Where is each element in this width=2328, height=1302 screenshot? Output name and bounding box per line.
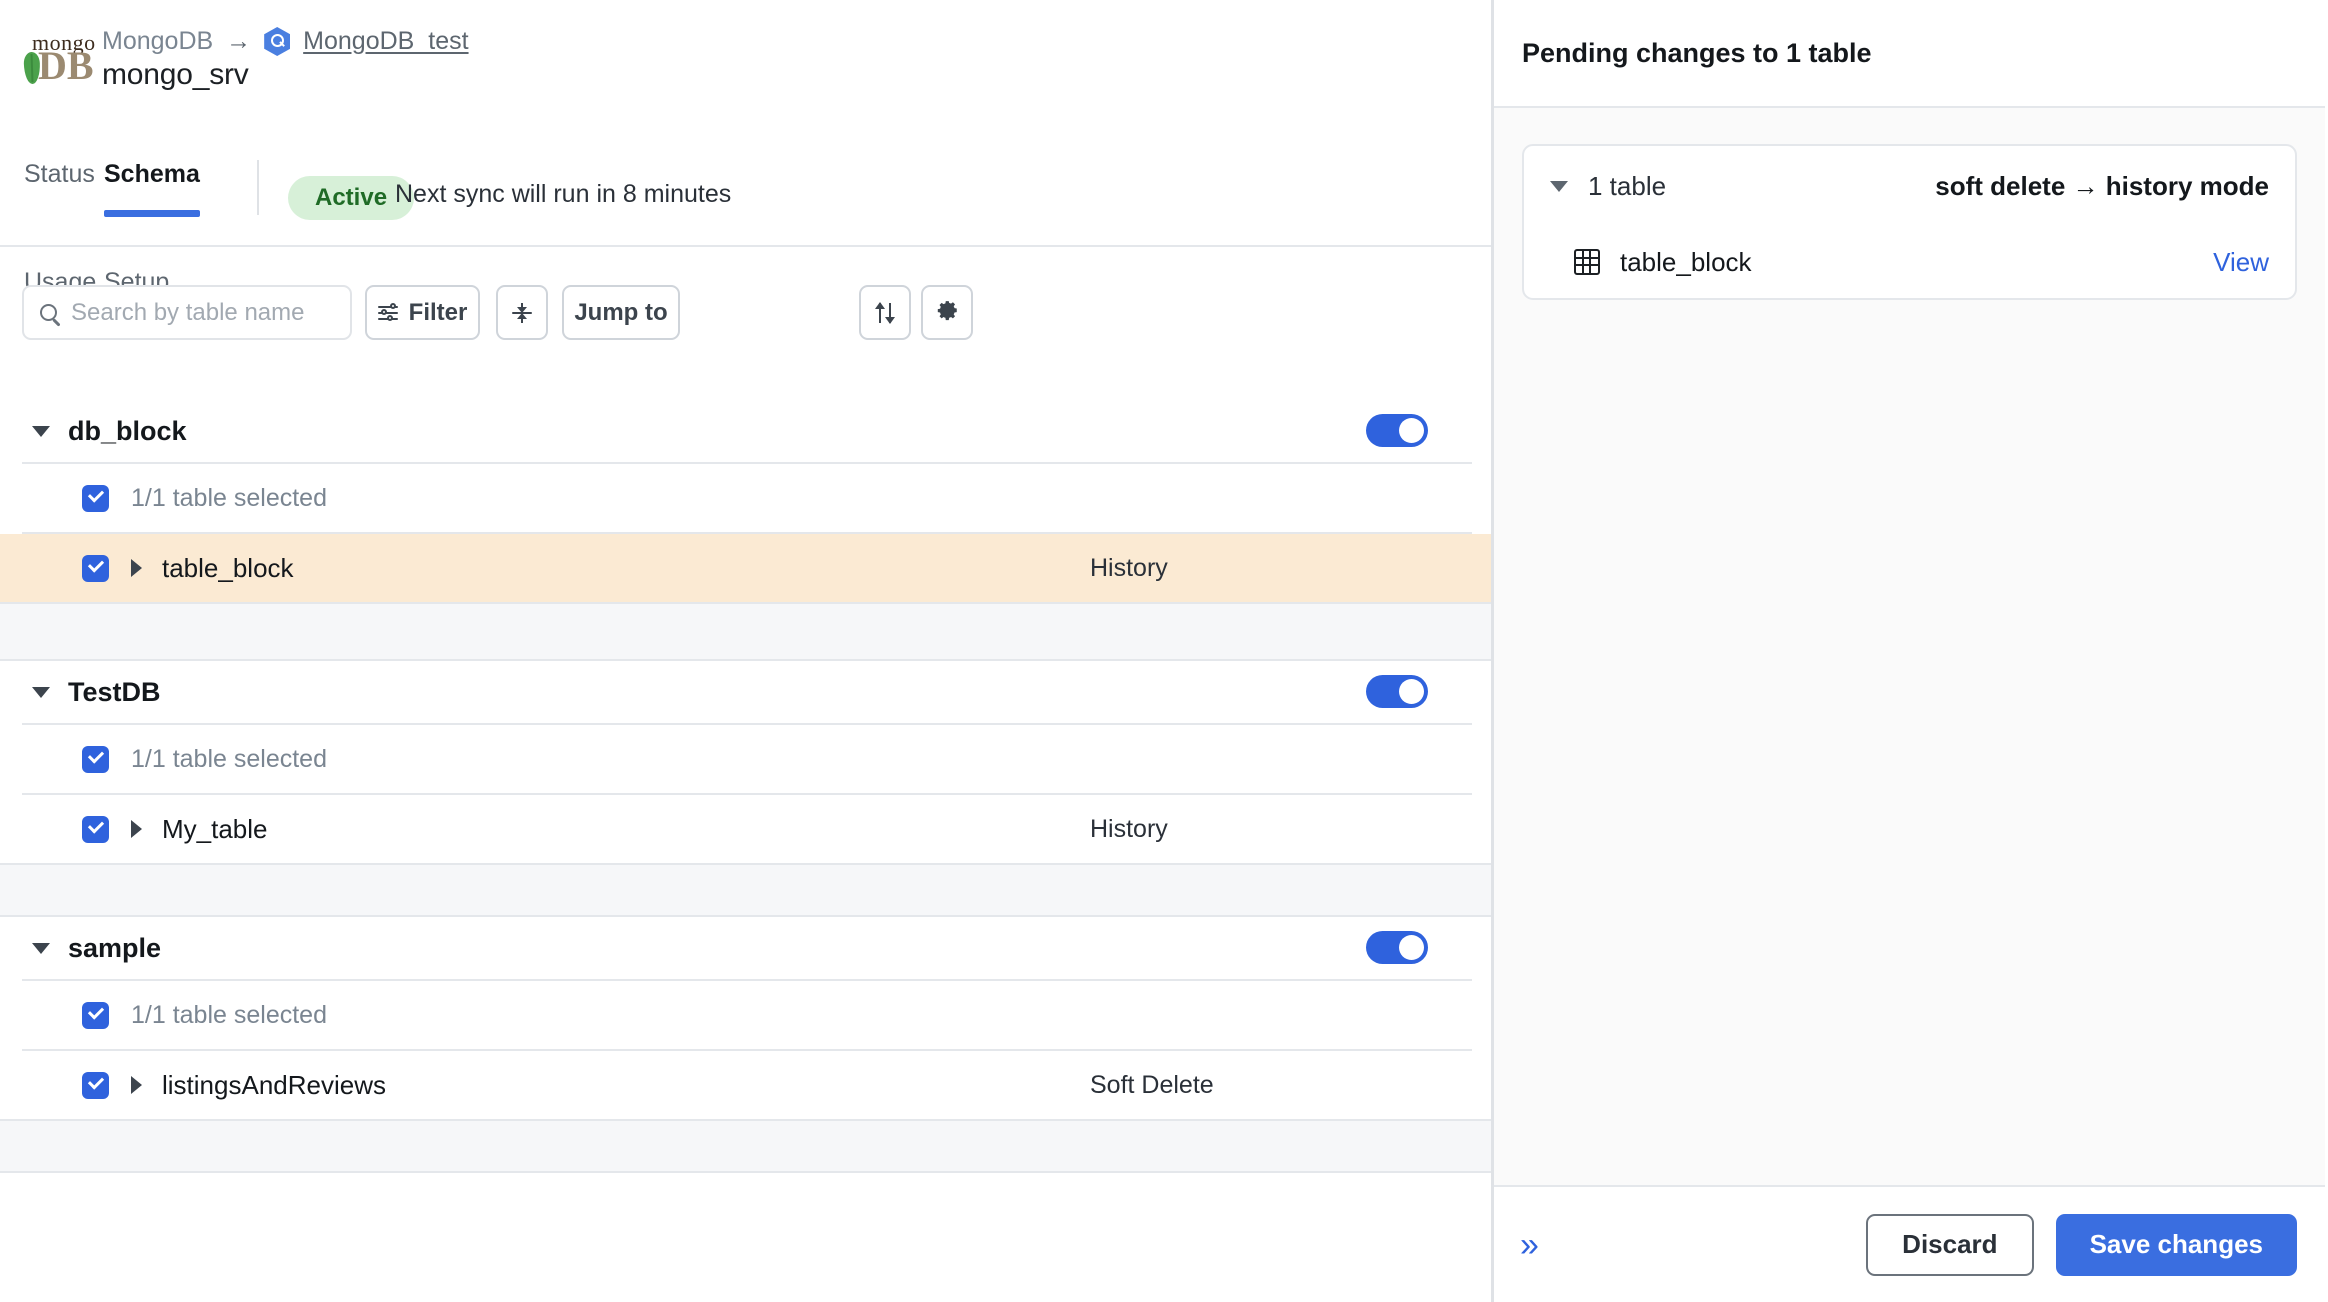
collapse-all-icon — [512, 302, 532, 324]
search-icon — [40, 304, 57, 321]
group-selection-label: 1/1 table selected — [131, 483, 327, 512]
pending-changes-title: Pending changes to 1 table — [1522, 37, 1872, 68]
chevron-right-icon[interactable] — [131, 1076, 142, 1094]
bigquery-hexagon-icon — [264, 27, 291, 56]
jump-to-label: Jump to — [574, 298, 668, 326]
table-name: listingsAndReviews — [162, 1069, 386, 1100]
settings-button[interactable] — [921, 285, 973, 340]
breadcrumb: MongoDB → MongoDB_test — [102, 27, 469, 56]
app-root: mongo DB MongoDB → MongoDB_test mongo_sr… — [0, 0, 2328, 1302]
table-row[interactable]: My_table History — [0, 795, 1491, 863]
group-selection-row: 1/1 table selected — [0, 725, 1491, 793]
pending-changes-header: Pending changes to 1 table — [1494, 0, 2325, 108]
jump-to-button[interactable]: Jump to — [562, 285, 680, 340]
chevron-down-icon[interactable] — [1550, 180, 1568, 192]
table-sync-mode: Soft Delete — [1090, 1070, 1214, 1099]
table-select-checkbox[interactable] — [82, 554, 109, 582]
filter-button-label: Filter — [408, 298, 468, 326]
table-name: My_table — [162, 813, 268, 844]
discard-button[interactable]: Discard — [1866, 1213, 2034, 1276]
group-select-checkbox[interactable] — [82, 1001, 109, 1029]
pending-changes-footer: » Discard Save changes — [1494, 1185, 2325, 1302]
breadcrumb-arrow-icon: → — [226, 27, 252, 55]
connector-header: mongo DB MongoDB → MongoDB_test mongo_sr… — [0, 0, 1491, 91]
next-sync-text: Next sync will run in 8 minutes — [395, 180, 732, 208]
group-selection-label: 1/1 table selected — [131, 744, 327, 773]
header-divider — [257, 160, 259, 215]
sliders-icon — [377, 302, 398, 322]
gear-icon — [937, 300, 957, 320]
chevron-right-icon[interactable] — [131, 820, 142, 838]
tab-schema[interactable]: Schema — [104, 160, 200, 217]
chevron-down-icon[interactable] — [32, 942, 50, 954]
chevron-down-icon[interactable] — [32, 686, 50, 698]
pending-change-group-header[interactable]: 1 table soft delete → history mode — [1524, 146, 2295, 226]
pending-changes-pane: Pending changes to 1 table 1 table soft … — [1494, 0, 2325, 1302]
footer-actions: Discard Save changes — [1866, 1213, 2297, 1276]
schema-group-toggle[interactable] — [1366, 414, 1428, 447]
pending-change-table-name: table_block — [1620, 246, 1752, 277]
pending-change-count: 1 table — [1588, 170, 1667, 201]
group-spacer — [0, 604, 1491, 659]
schema-group-name: sample — [68, 932, 162, 963]
schema-group-name: db_block — [68, 415, 187, 446]
schema-group-toggle[interactable] — [1366, 931, 1428, 964]
schema-group-toggle[interactable] — [1366, 675, 1428, 708]
table-select-checkbox[interactable] — [82, 1071, 109, 1099]
group-selection-label: 1/1 table selected — [131, 1000, 327, 1029]
group-selection-row: 1/1 table selected — [0, 981, 1491, 1049]
pending-change-card: 1 table soft delete → history mode table… — [1522, 144, 2297, 300]
logo-db-text: DB — [38, 43, 94, 88]
group-select-checkbox[interactable] — [82, 484, 109, 512]
breadcrumb-source[interactable]: MongoDB — [102, 27, 213, 56]
sort-button[interactable] — [859, 285, 911, 340]
group-spacer — [0, 865, 1491, 915]
row-divider — [0, 1171, 1491, 1173]
table-sync-mode: History — [1090, 814, 1168, 843]
table-sync-mode: History — [1090, 553, 1168, 582]
view-link[interactable]: View — [2213, 247, 2269, 278]
schema-group-header[interactable]: db_block — [0, 400, 1491, 462]
breadcrumb-destination[interactable]: MongoDB_test — [303, 27, 468, 56]
schema-list: db_block 1/1 table selected table_block His… — [0, 400, 1491, 1173]
filter-button[interactable]: Filter — [365, 285, 480, 340]
mongodb-logo-icon: mongo DB — [23, 30, 95, 86]
schema-toolbar: Filter Jump to — [0, 285, 1491, 370]
collapse-all-button[interactable] — [496, 285, 548, 340]
header-separator — [0, 245, 1491, 247]
tab-status[interactable]: Status — [24, 160, 95, 203]
tab-bar: Status Schema Usage Setup — [0, 160, 1491, 296]
sort-arrows-icon — [874, 301, 896, 324]
search-input[interactable] — [71, 298, 334, 327]
group-select-checkbox[interactable] — [82, 745, 109, 773]
schema-group-name: TestDB — [68, 676, 161, 707]
schema-group-header[interactable]: TestDB — [0, 661, 1491, 723]
table-select-checkbox[interactable] — [82, 815, 109, 843]
table-grid-icon — [1574, 249, 1600, 275]
table-row[interactable]: table_block History — [0, 534, 1491, 602]
chevron-right-icon[interactable] — [131, 559, 142, 577]
table-name: table_block — [162, 552, 294, 583]
chevron-double-right-icon[interactable]: » — [1520, 1228, 1539, 1262]
schema-group-header[interactable]: sample — [0, 917, 1491, 979]
chevron-down-icon[interactable] — [32, 425, 50, 437]
table-row[interactable]: listingsAndReviews Soft Delete — [0, 1051, 1491, 1119]
schema-pane: mongo DB MongoDB → MongoDB_test mongo_sr… — [0, 0, 1494, 1302]
save-changes-button[interactable]: Save changes — [2055, 1213, 2297, 1276]
page-title: mongo_srv — [102, 58, 249, 91]
group-selection-row: 1/1 table selected — [0, 464, 1491, 532]
pending-change-transition: soft delete → history mode — [1935, 170, 2269, 201]
search-box[interactable] — [22, 285, 352, 340]
pending-change-row: table_block View — [1524, 226, 2295, 298]
group-spacer — [0, 1121, 1491, 1171]
